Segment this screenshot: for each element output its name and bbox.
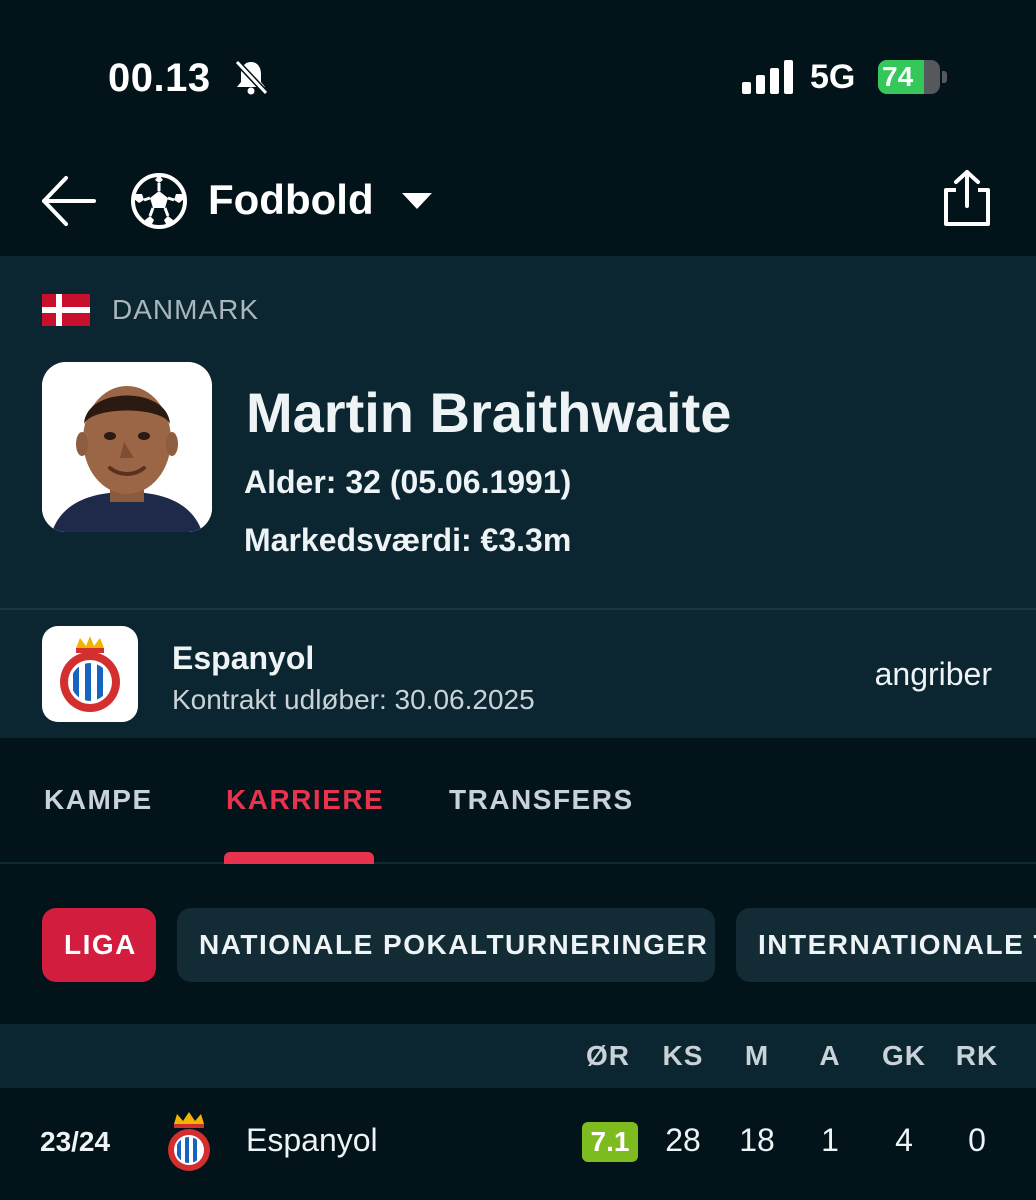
tab-karriere[interactable]: KARRIERE	[226, 784, 384, 816]
soccer-ball-icon[interactable]	[130, 172, 188, 230]
market-value: Markedsværdi: €3.3m	[244, 522, 572, 558]
player-position: angriber	[874, 656, 992, 692]
filter-chip-liga[interactable]: LIGA	[42, 908, 156, 982]
sport-selector[interactable]: Fodbold	[208, 176, 374, 224]
club-row[interactable]: Espanyol Kontrakt udløber: 30.06.2025 an…	[0, 610, 1036, 738]
filter-chip-nationale[interactable]: NATIONALE POKALTURNERINGER	[177, 908, 715, 982]
chip-label: LIGA	[64, 929, 137, 960]
player-name: Martin Braithwaite	[246, 381, 732, 444]
back-arrow-icon[interactable]	[40, 174, 98, 228]
table-row[interactable]: 23/24 Espanyol 7.1 28 18 1 4 0	[0, 1088, 1036, 1200]
contract-expiry: Kontrakt udløber: 30.06.2025	[172, 684, 535, 715]
status-time: 00.13	[108, 56, 211, 100]
row-club-name: Espanyol	[246, 1122, 378, 1158]
espanyol-logo	[42, 626, 138, 722]
chip-label: NATIONALE POKALTURNERINGER	[199, 929, 709, 960]
player-age: Alder: 32 (05.06.1991)	[244, 464, 572, 500]
rating-badge: 7.1	[582, 1122, 638, 1162]
cell-a: 1	[821, 1122, 839, 1158]
column-header-rating[interactable]: ØR	[578, 1040, 638, 1072]
column-header-rk[interactable]: RK	[947, 1040, 1007, 1072]
battery-percent: 74	[882, 61, 914, 92]
club-name: Espanyol	[172, 640, 315, 676]
column-header-ks[interactable]: KS	[653, 1040, 713, 1072]
season: 23/24	[40, 1126, 111, 1157]
chip-label: INTERNATIONALE TURNERINGER	[758, 929, 1036, 960]
signal-icon	[742, 60, 793, 94]
tab-transfers[interactable]: TRANSFERS	[449, 784, 634, 816]
active-tab-indicator	[224, 852, 374, 864]
table-header: ØR KS M A GK RK	[0, 1024, 1036, 1088]
column-header-a[interactable]: A	[800, 1040, 860, 1072]
cell-gk: 4	[895, 1122, 913, 1158]
cell-m: 18	[739, 1122, 775, 1158]
battery-icon: 74	[878, 60, 948, 94]
denmark-flag-icon	[42, 294, 90, 326]
share-icon[interactable]	[938, 168, 996, 230]
filter-chip-internationale[interactable]: INTERNATIONALE TURNERINGER	[736, 908, 1036, 982]
tab-kampe[interactable]: KAMPE	[44, 784, 153, 816]
column-header-gk[interactable]: GK	[874, 1040, 934, 1072]
country-label: DANMARK	[112, 294, 260, 325]
cell-ks: 28	[665, 1122, 701, 1158]
column-header-m[interactable]: M	[727, 1040, 787, 1072]
espanyol-logo	[168, 1112, 210, 1171]
player-avatar	[42, 362, 212, 532]
player-profile: DANMARK Martin Braithwaite Alder: 32 (05…	[0, 256, 1036, 608]
bell-slash-icon	[234, 59, 269, 96]
chevron-down-icon[interactable]	[400, 190, 434, 212]
tab-bar: KAMPE KARRIERE TRANSFERS	[0, 738, 1036, 864]
cell-rk: 0	[968, 1122, 986, 1158]
filter-chips: LIGA NATIONALE POKALTURNERINGER INTERNAT…	[0, 864, 1036, 1024]
status-bar: 00.13 5G 74	[0, 0, 1036, 150]
nav-bar: Fodbold	[0, 150, 1036, 256]
network-label: 5G	[810, 58, 856, 96]
